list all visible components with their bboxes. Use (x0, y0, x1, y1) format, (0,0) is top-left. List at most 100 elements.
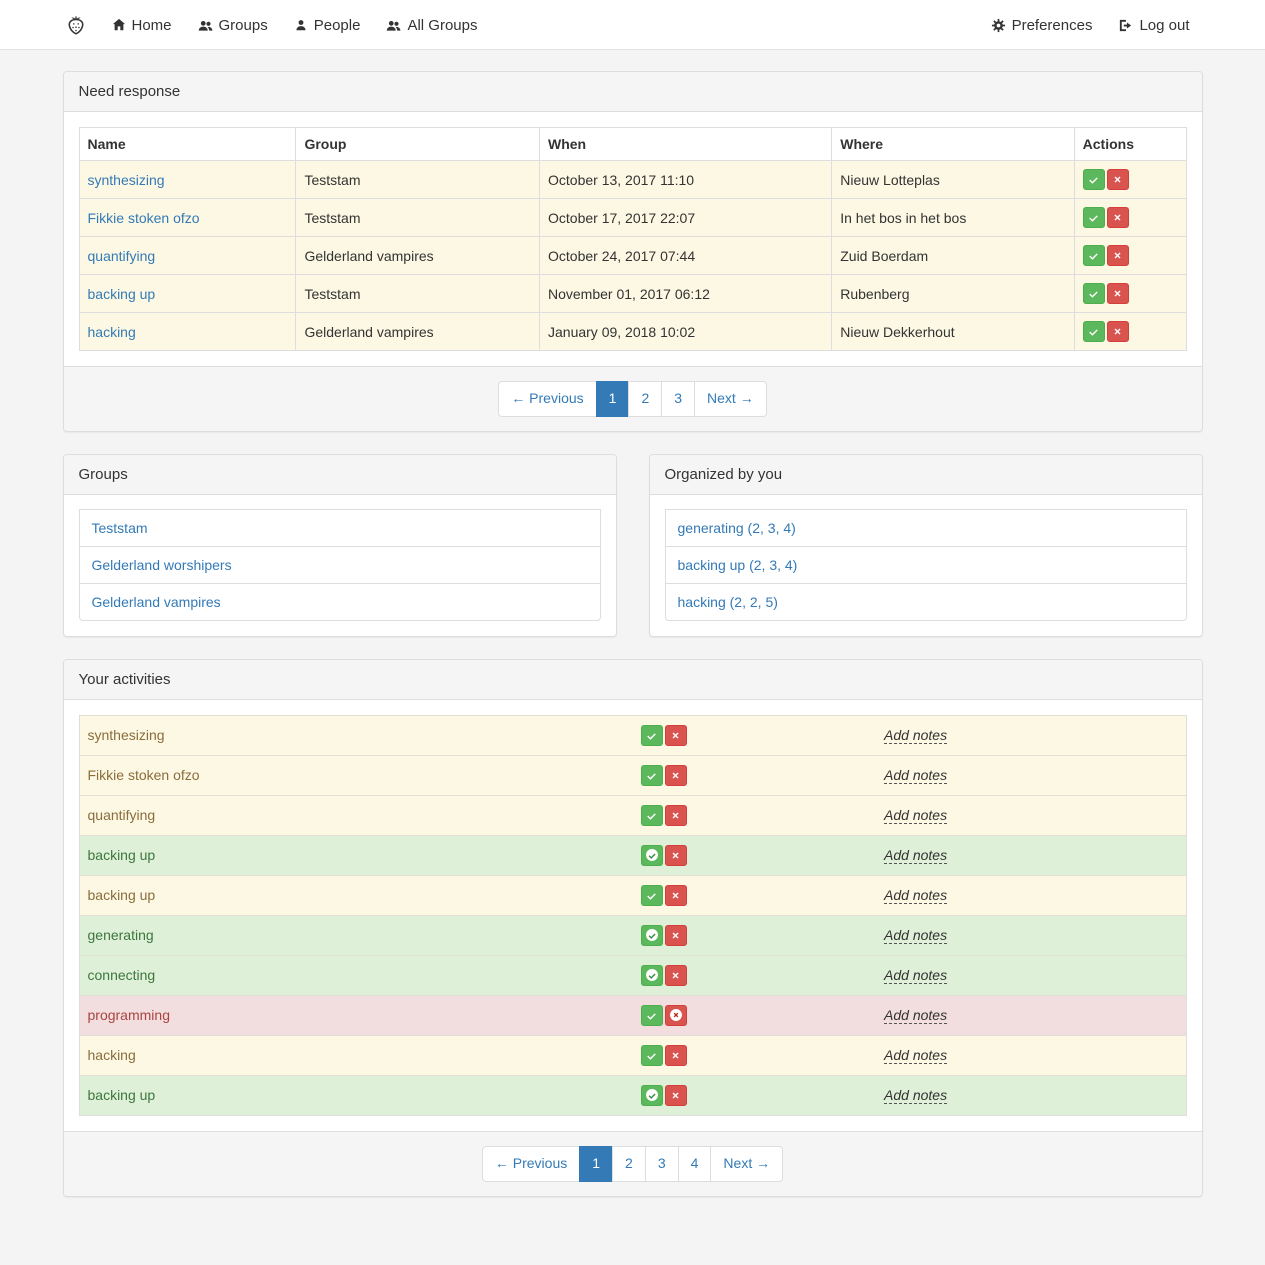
organized-activity-link[interactable]: backing up (2, 3, 4) (678, 557, 798, 573)
nav-preferences[interactable]: Preferences (978, 0, 1106, 50)
pagination-page-2[interactable]: 2 (612, 1146, 646, 1182)
attend-no-button[interactable] (665, 925, 687, 946)
add-notes-link[interactable]: Add notes (884, 1087, 947, 1104)
attend-yes-button[interactable] (641, 1005, 663, 1026)
attend-yes-button[interactable] (1083, 207, 1105, 228)
attend-no-button[interactable] (1107, 283, 1129, 304)
group-cell: Gelderland vampires (296, 237, 540, 275)
organized-list-item[interactable]: hacking (2, 2, 5) (665, 583, 1187, 621)
attend-no-button[interactable] (665, 1005, 687, 1026)
pagination-page-3[interactable]: 3 (645, 1146, 679, 1182)
attend-yes-button[interactable] (641, 765, 663, 786)
pagination-page-4[interactable]: 4 (678, 1146, 712, 1182)
activity-actions-cell (633, 995, 877, 1035)
activity-link[interactable]: quantifying (88, 807, 156, 823)
organized-activity-link[interactable]: generating (2, 3, 4) (678, 520, 796, 536)
nav-groups[interactable]: Groups (185, 0, 281, 50)
attend-no-button[interactable] (665, 1045, 687, 1066)
attend-yes-button[interactable] (1083, 245, 1105, 266)
activity-link[interactable]: backing up (88, 847, 156, 863)
attend-yes-button[interactable] (641, 885, 663, 906)
attend-yes-button[interactable] (641, 1045, 663, 1066)
pagination-previous[interactable]: ← Previous (498, 381, 596, 417)
attend-yes-button[interactable] (1083, 283, 1105, 304)
organized-panel-title: Organized by you (650, 455, 1202, 495)
pagination-page-2[interactable]: 2 (628, 381, 662, 417)
attend-yes-button[interactable] (641, 805, 663, 826)
activity-link[interactable]: programming (88, 1007, 170, 1023)
table-row: Fikkie stoken ofzo Teststam October 17, … (79, 199, 1186, 237)
nav-home[interactable]: Home (99, 0, 185, 50)
nav-logout[interactable]: Log out (1105, 0, 1202, 50)
add-notes-link[interactable]: Add notes (884, 807, 947, 824)
group-link[interactable]: Teststam (92, 520, 148, 536)
attend-yes-button[interactable] (641, 725, 663, 746)
attend-yes-button[interactable] (641, 1085, 663, 1106)
organized-list-item[interactable]: generating (2, 3, 4) (665, 509, 1187, 547)
attend-no-button[interactable] (1107, 207, 1129, 228)
attend-no-button[interactable] (665, 885, 687, 906)
pagination-page-1[interactable]: 1 (579, 1146, 613, 1182)
nav-all-groups[interactable]: All Groups (373, 0, 490, 50)
organized-activity-link[interactable]: hacking (2, 2, 5) (678, 594, 778, 610)
organized-list-item[interactable]: backing up (2, 3, 4) (665, 546, 1187, 584)
circle-check-icon (645, 848, 659, 862)
when-cell: January 09, 2018 10:02 (540, 313, 832, 351)
activity-row: hacking (79, 1035, 1186, 1075)
activity-link[interactable]: generating (88, 927, 154, 943)
group-list-item[interactable]: Gelderland vampires (79, 583, 601, 621)
activity-link[interactable]: backing up (88, 286, 156, 302)
add-notes-link[interactable]: Add notes (884, 1047, 947, 1064)
attend-no-button[interactable] (665, 725, 687, 746)
home-icon (112, 18, 126, 32)
activity-actions-cell (633, 875, 877, 915)
attend-no-button[interactable] (665, 965, 687, 986)
group-link[interactable]: Gelderland vampires (92, 594, 221, 610)
brand-logo[interactable] (63, 14, 99, 36)
pagination-page-3[interactable]: 3 (661, 381, 695, 417)
attend-yes-button[interactable] (641, 925, 663, 946)
add-notes-link[interactable]: Add notes (884, 927, 947, 944)
users-icon (386, 18, 401, 33)
add-notes-link[interactable]: Add notes (884, 767, 947, 784)
pagination-next[interactable]: Next → (694, 381, 767, 417)
activity-link[interactable]: hacking (88, 324, 136, 340)
activity-link[interactable]: connecting (88, 967, 156, 983)
attend-no-button[interactable] (1107, 169, 1129, 190)
activity-link[interactable]: Fikkie stoken ofzo (88, 210, 200, 226)
activity-link[interactable]: backing up (88, 887, 156, 903)
activity-link[interactable]: Fikkie stoken ofzo (88, 767, 200, 783)
activity-link[interactable]: synthesizing (88, 172, 165, 188)
group-list-item[interactable]: Gelderland worshipers (79, 546, 601, 584)
pagination-page-1[interactable]: 1 (596, 381, 630, 417)
activity-link[interactable]: synthesizing (88, 727, 165, 743)
nav-all-groups-label: All Groups (407, 17, 477, 34)
attend-yes-button[interactable] (1083, 169, 1105, 190)
attend-yes-button[interactable] (1083, 321, 1105, 342)
attend-no-button[interactable] (665, 765, 687, 786)
add-notes-link[interactable]: Add notes (884, 887, 947, 904)
nav-right: Preferences Log out (978, 0, 1203, 50)
pagination-next[interactable]: Next → (710, 1146, 783, 1182)
add-notes-link[interactable]: Add notes (884, 727, 947, 744)
pagination-previous[interactable]: ← Previous (482, 1146, 580, 1182)
attend-no-button[interactable] (1107, 245, 1129, 266)
attend-no-button[interactable] (1107, 321, 1129, 342)
attend-yes-button[interactable] (641, 845, 663, 866)
group-link[interactable]: Gelderland worshipers (92, 557, 232, 573)
group-list-item[interactable]: Teststam (79, 509, 601, 547)
add-notes-link[interactable]: Add notes (884, 1007, 947, 1024)
add-notes-link[interactable]: Add notes (884, 967, 947, 984)
attend-no-button[interactable] (665, 845, 687, 866)
activity-link[interactable]: quantifying (88, 248, 156, 264)
add-notes-link[interactable]: Add notes (884, 847, 947, 864)
attend-no-button[interactable] (665, 1085, 687, 1106)
activities-pagination: ← Previous 1 2 3 4 Next → (79, 1146, 1187, 1182)
when-cell: October 13, 2017 11:10 (540, 161, 832, 199)
nav-people[interactable]: People (281, 0, 374, 50)
activity-link[interactable]: hacking (88, 1047, 136, 1063)
attend-no-button[interactable] (665, 805, 687, 826)
attend-yes-button[interactable] (641, 965, 663, 986)
activity-name-cell: quantifying (79, 795, 633, 835)
activity-link[interactable]: backing up (88, 1087, 156, 1103)
